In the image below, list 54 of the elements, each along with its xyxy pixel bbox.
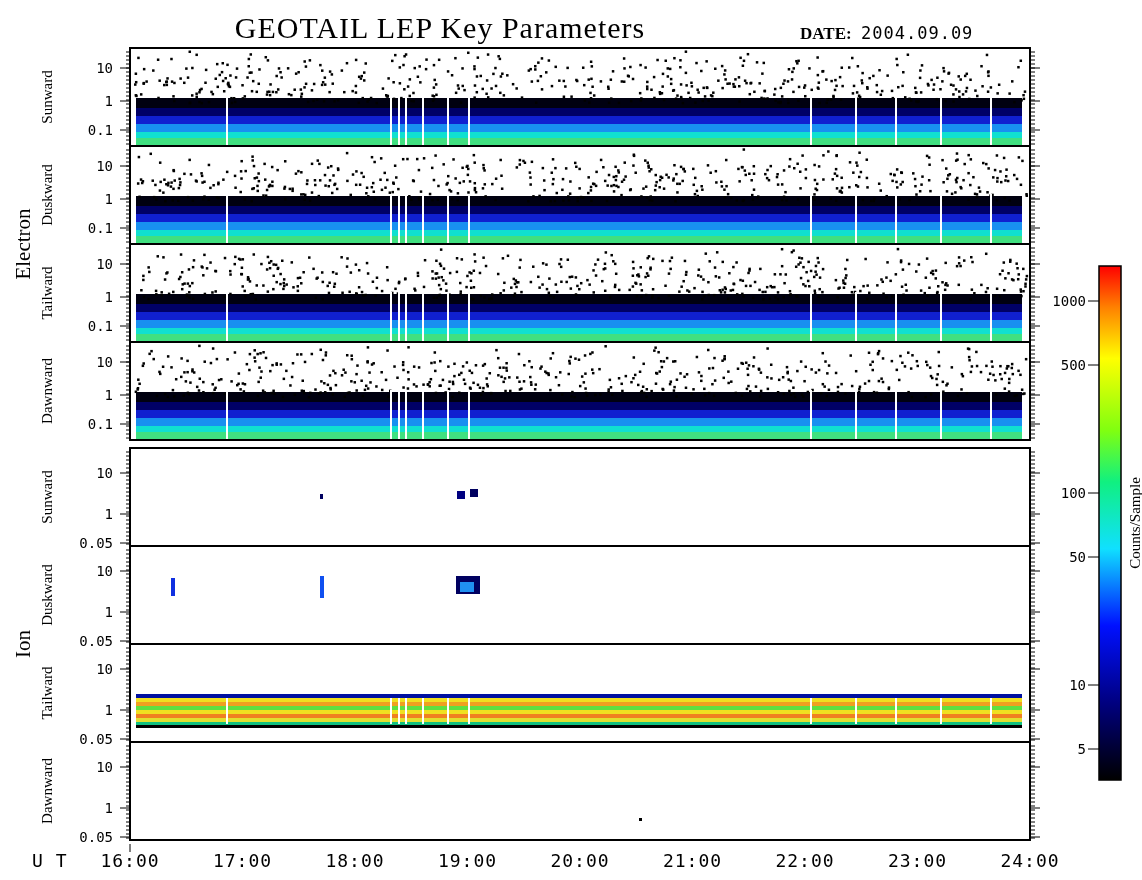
x-tick-label: 16:00 [100,850,160,871]
color-scale-tick-label: 50 [1069,549,1086,565]
x-tick-label: 17:00 [212,850,273,871]
color-scale-tick-label: 1000 [1052,293,1086,309]
y-tick-label: 0.05 [79,633,113,649]
panel-label: Sunward [39,470,55,524]
panel-label: Duskward [39,564,55,626]
y-tick-label: 0.1 [87,318,113,334]
color-scale-tick-label: 5 [1077,741,1086,757]
x-tick-label: 19:00 [437,850,498,871]
date-label: DATE: [800,24,852,43]
time-axis-label: U T [32,850,68,871]
y-tick-label: 10 [96,661,113,677]
panel-label: Tailward [39,666,55,720]
panel-label: Sunward [39,70,55,124]
color-scale-tick-label: 100 [1060,485,1086,501]
y-tick-label: 1 [104,506,113,522]
y-tick-label: 1 [104,800,113,816]
color-scale-tick-label: 10 [1069,677,1086,693]
plot-title: GEOTAIL LEP Key Parameters [234,11,646,44]
x-tick-label: 23:00 [887,850,948,871]
x-tick-label: 24:00 [1000,850,1060,871]
y-tick-label: 1 [104,387,113,403]
y-tick-label: 1 [104,93,113,109]
group-label: Electron [11,208,35,280]
y-tick-label: 1 [104,289,113,305]
x-axis-tick [129,843,131,853]
y-tick-label: 0.05 [79,535,113,551]
y-tick-label: 1 [104,702,113,718]
panel-label: Dawnward [39,758,55,824]
y-tick-label: 10 [96,354,113,370]
x-tick-label: 20:00 [550,850,610,871]
color-scale-tick-label: 500 [1060,357,1086,373]
y-tick-label: 0.05 [79,829,113,845]
y-tick-label: 1 [104,191,113,207]
y-tick-label: 10 [96,158,113,174]
y-tick-label: 10 [96,465,113,481]
y-tick-label: 10 [96,60,113,76]
y-tick-label: 0.1 [87,220,113,236]
y-tick-label: 10 [96,563,113,579]
x-tick-label: 22:00 [775,850,835,871]
x-tick-label: 21:00 [662,850,723,871]
x-tick-label: 18:00 [325,850,385,871]
y-tick-label: 0.1 [87,122,113,138]
y-tick-label: 10 [96,256,113,272]
panel-label: Tailward [39,266,55,320]
panel-label: Duskward [39,164,55,226]
panel-label: Dawnward [39,358,55,424]
y-tick-label: 10 [96,759,113,775]
date-value: 2004.09.09 [861,23,974,43]
y-tick-label: 0.05 [79,731,113,747]
y-tick-label: 0.1 [87,416,113,432]
y-tick-label: 1 [104,604,113,620]
group-label: Ion [11,630,35,658]
